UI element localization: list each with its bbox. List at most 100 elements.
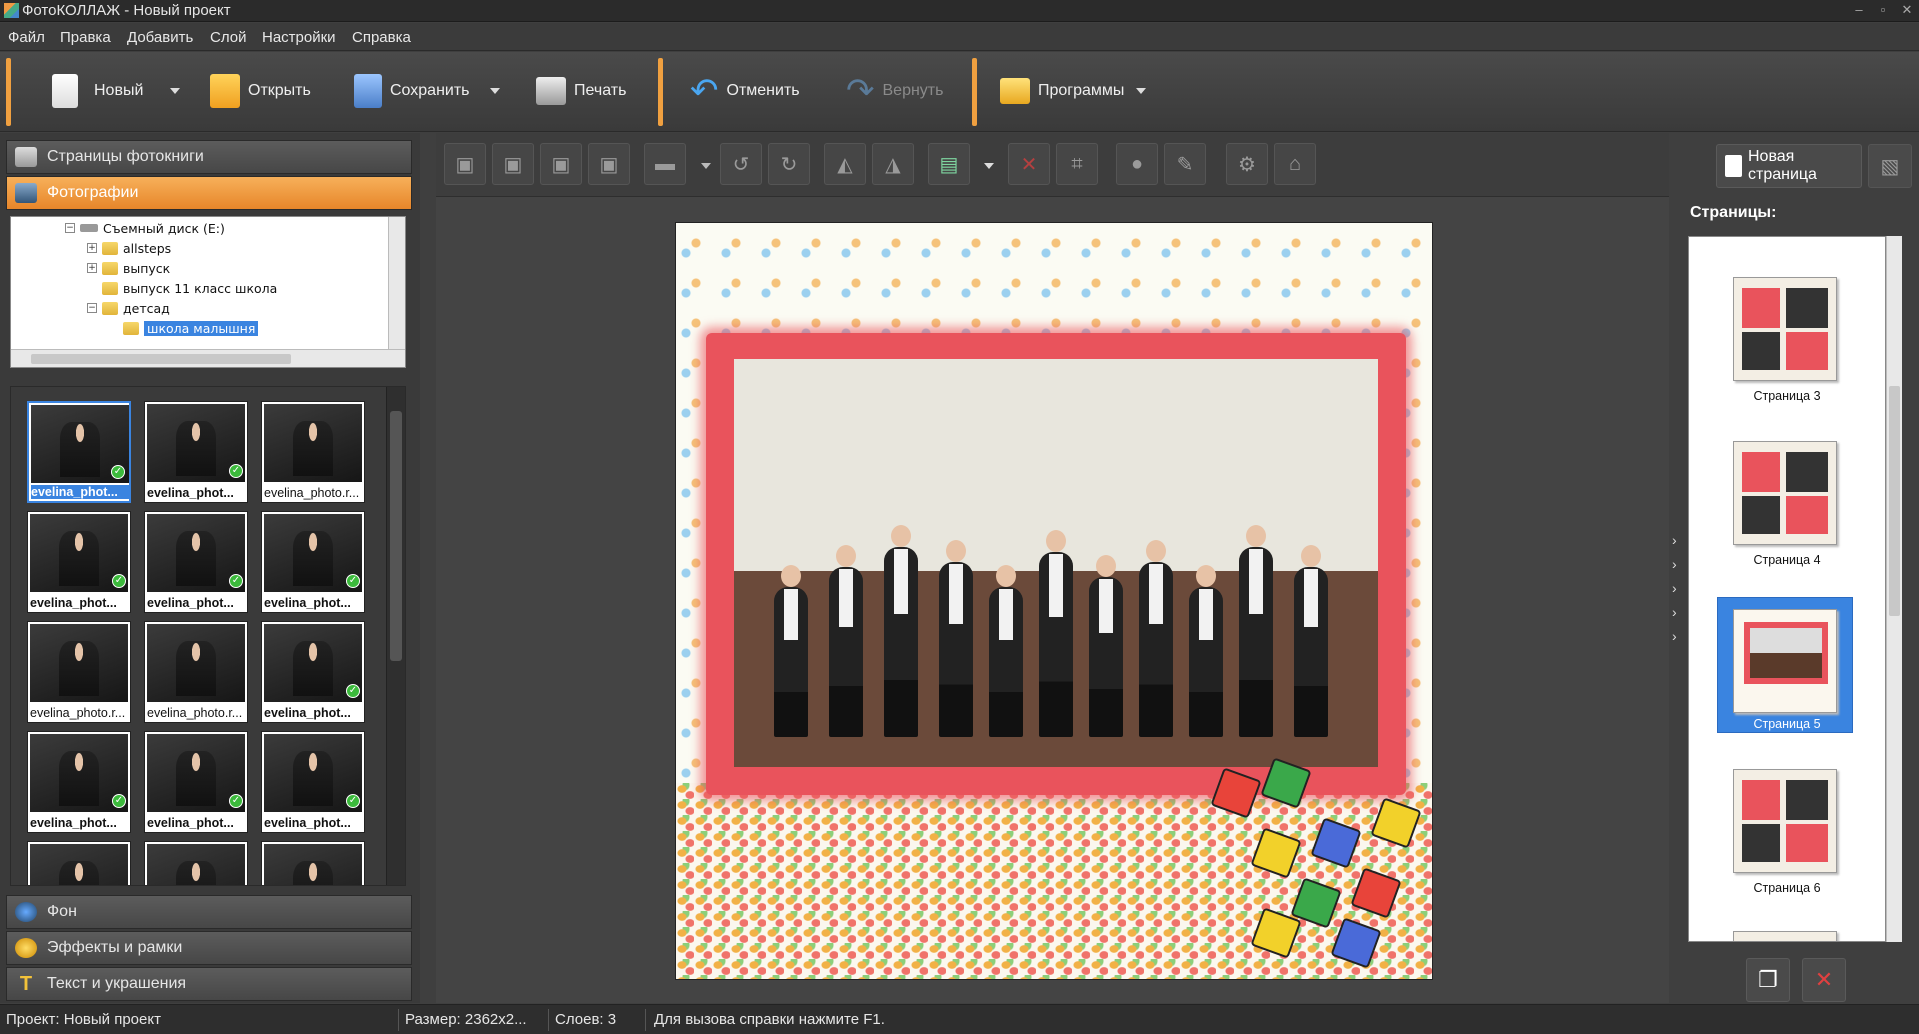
thumbnail-label: evelina_photo.r... — [30, 706, 126, 720]
new-dropdown-arrow[interactable] — [170, 88, 180, 94]
photo-thumbnail[interactable]: ✓ evelina_phot... — [144, 511, 248, 613]
photo-thumbnail[interactable]: ✓ evelina_phot... — [144, 731, 248, 833]
effects-icon[interactable]: ● — [1116, 143, 1158, 185]
pages-scrollbar[interactable] — [1886, 236, 1902, 942]
send-backward-icon[interactable]: ▣ — [540, 143, 582, 185]
flip-horizontal-icon[interactable]: ◭ — [824, 143, 866, 185]
tree-item[interactable]: выпуск 11 класс школа — [102, 279, 277, 297]
magic-wand-icon[interactable]: ✎ — [1164, 143, 1206, 185]
photo-thumbnails-grid: ✓ evelina_phot... ✓ evelina_phot... evelin… — [10, 386, 406, 886]
photo-thumbnail[interactable]: evelina_photo.r... — [27, 621, 131, 723]
delete-page-icon[interactable]: ✕ — [1802, 958, 1846, 1002]
page-thumbnail[interactable] — [1733, 441, 1837, 545]
tree-item-selected[interactable]: школа малышня — [123, 319, 259, 337]
tree-vertical-scrollbar[interactable] — [388, 217, 405, 349]
tree-horizontal-scrollbar[interactable] — [11, 349, 405, 367]
thumbnail-label: evelina_photo.r... — [147, 706, 243, 720]
restore-button[interactable]: ▫ — [1872, 1, 1894, 19]
tree-item[interactable]: − детсад — [87, 299, 170, 317]
save-button[interactable]: Сохранить — [354, 66, 470, 116]
chevron-right-icon[interactable]: › — [1672, 532, 1677, 548]
flip-vertical-icon[interactable]: ◮ — [872, 143, 914, 185]
page-preview — [1742, 288, 1828, 370]
check-icon: ✓ — [346, 794, 360, 808]
expand-icon[interactable]: + — [87, 263, 97, 273]
open-button[interactable]: Открыть — [210, 66, 311, 116]
page-thumbnail[interactable] — [1733, 931, 1837, 941]
expand-icon[interactable]: + — [87, 243, 97, 253]
save-dropdown-arrow[interactable] — [490, 88, 500, 94]
photo-thumbnail[interactable]: ✓ evelina_phot... — [261, 731, 365, 833]
status-separator — [645, 1009, 646, 1031]
effects-section[interactable]: Эффекты и рамки — [6, 931, 412, 965]
class-photo[interactable] — [734, 359, 1378, 767]
collapse-icon[interactable]: − — [65, 223, 75, 233]
delete-icon[interactable]: ✕ — [1008, 143, 1050, 185]
menu-add[interactable]: Добавить — [127, 29, 193, 46]
menu-settings[interactable]: Настройки — [262, 29, 336, 46]
photo-thumbnail[interactable]: ✓ evelina_phot... — [261, 511, 365, 613]
align-dropdown-arrow[interactable] — [701, 163, 711, 169]
photo-thumbnail[interactable]: evelina_photo.r... — [144, 621, 248, 723]
photo-thumbnail[interactable] — [27, 841, 131, 885]
minimize-button[interactable]: – — [1848, 1, 1870, 19]
photo-thumbnail[interactable]: ✓ evelina_phot... — [261, 621, 365, 723]
align-icon[interactable]: ▬ — [644, 143, 686, 185]
close-window-button[interactable]: ✕ — [1896, 1, 1918, 19]
tree-label: школа малышня — [144, 320, 259, 336]
menu-edit[interactable]: Правка — [60, 29, 111, 46]
undo-arrow-icon: ↶ — [690, 72, 719, 110]
page-thumbnail[interactable] — [1733, 277, 1837, 381]
menu-layer[interactable]: Слой — [210, 29, 246, 46]
bring-forward-icon[interactable]: ▣ — [492, 143, 534, 185]
settings-gear-icon[interactable]: ⚙ — [1226, 143, 1268, 185]
photo-thumbnail[interactable]: ✓ evelina_phot... — [27, 511, 131, 613]
new-button[interactable]: Новый — [52, 66, 143, 116]
collage-canvas[interactable] — [675, 222, 1433, 980]
page-thumbnail-selected[interactable] — [1733, 609, 1837, 713]
photo-thumbnail[interactable] — [144, 841, 248, 885]
bring-to-front-icon[interactable]: ▣ — [444, 143, 486, 185]
send-to-back-icon[interactable]: ▣ — [588, 143, 630, 185]
crop-icon[interactable]: ⌗ — [1056, 143, 1098, 185]
print-button[interactable]: Печать — [536, 66, 626, 116]
photo-thumbnail[interactable]: ✓ evelina_phot... — [27, 731, 131, 833]
page-settings-icon[interactable]: ▧ — [1868, 144, 1912, 188]
menu-help[interactable]: Справка — [352, 29, 411, 46]
chevron-right-icon[interactable]: › — [1672, 628, 1677, 644]
programs-button[interactable]: Программы — [1000, 66, 1124, 116]
scroll-thumb[interactable] — [1889, 386, 1900, 616]
text-section[interactable]: T Текст и украшения — [6, 967, 412, 1001]
undo-button[interactable]: ↶ Отменить — [690, 66, 800, 116]
tree-item[interactable]: + allsteps — [87, 239, 171, 257]
photo-thumbnail[interactable]: ✓ evelina_phot... — [144, 401, 248, 503]
scroll-thumb[interactable] — [390, 411, 402, 661]
new-page-button[interactable]: Новая страница — [1716, 144, 1862, 188]
layout-dropdown-arrow[interactable] — [984, 163, 994, 169]
scroll-thumb[interactable] — [31, 354, 291, 364]
new-page-label: Новая страница — [1747, 148, 1817, 183]
photos-section[interactable]: Фотографии — [6, 176, 412, 210]
programs-dropdown-arrow[interactable] — [1136, 88, 1146, 94]
photobook-pages-section[interactable]: Страницы фотокниги — [6, 140, 412, 174]
frame-layout-icon[interactable]: ▤ — [928, 143, 970, 185]
duplicate-page-icon[interactable]: ❐ — [1746, 958, 1790, 1002]
lock-icon[interactable]: ⌂ — [1274, 143, 1316, 185]
photo-thumbnail[interactable]: evelina_photo.r... — [261, 401, 365, 503]
rotate-right-icon[interactable]: ↻ — [768, 143, 810, 185]
photo-thumbnail[interactable] — [261, 841, 365, 885]
chevron-right-icon[interactable]: › — [1672, 604, 1677, 620]
tree-item-drive[interactable]: − Съемный диск (E:) — [65, 219, 225, 237]
menu-file[interactable]: Файл — [8, 29, 45, 46]
background-section[interactable]: Фон — [6, 895, 412, 929]
thumbnails-scrollbar[interactable] — [386, 387, 405, 885]
rotate-left-icon[interactable]: ↺ — [720, 143, 762, 185]
page-thumbnail[interactable] — [1733, 769, 1837, 873]
chevron-right-icon[interactable]: › — [1672, 580, 1677, 596]
photo-thumbnail[interactable]: ✓ evelina_phot... — [27, 401, 131, 503]
tree-item[interactable]: + выпуск — [87, 259, 170, 277]
chevron-right-icon[interactable]: › — [1672, 556, 1677, 572]
redo-button[interactable]: ↷ Вернуть — [846, 66, 943, 116]
printer-icon — [536, 77, 566, 105]
collapse-icon[interactable]: − — [87, 303, 97, 313]
